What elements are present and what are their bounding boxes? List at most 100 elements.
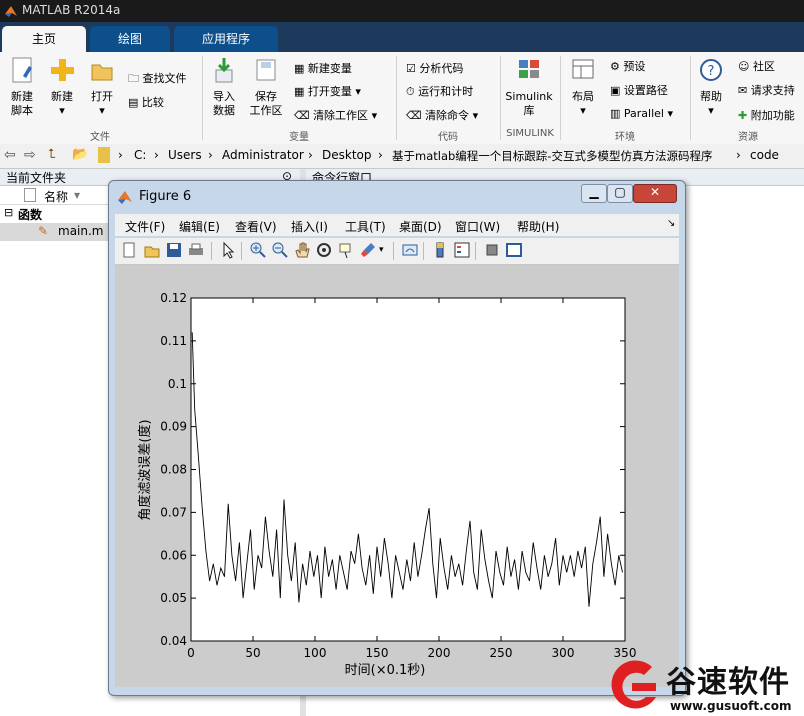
simulink-label-2: 库: [523, 104, 535, 117]
folder-open-icon: [91, 64, 113, 81]
menu-desktop[interactable]: 桌面(D): [399, 218, 442, 235]
open-button[interactable]: 打开 ▾: [84, 56, 120, 118]
legend-icon[interactable]: [453, 241, 471, 259]
zoom-out-icon[interactable]: [271, 241, 289, 259]
group-label: 函数: [18, 208, 43, 222]
show-plot-tools-icon[interactable]: [505, 241, 523, 259]
group-divider: [396, 56, 397, 140]
help-button[interactable]: ? 帮助 ▾: [694, 56, 728, 118]
menu-window[interactable]: 窗口(W): [455, 218, 500, 235]
minimize-button[interactable]: ▁: [581, 184, 607, 203]
community-button[interactable]: ☺ 社区: [738, 58, 775, 74]
crumb-sep: ›: [308, 148, 313, 162]
address-bar: ⇦ ⇨ ⮤ 📂 › C: › Users › Administrator › D…: [0, 144, 804, 169]
zoom-in-icon[interactable]: [249, 241, 267, 259]
run-and-time-button[interactable]: ⏱ 运行和计时: [406, 83, 473, 99]
preferences-button[interactable]: ⚙ 预设: [610, 58, 645, 74]
menu-insert[interactable]: 插入(I): [291, 218, 328, 235]
y-tick-label: 0.04: [160, 634, 187, 648]
open-variable-button[interactable]: ▦ 打开变量 ▾: [294, 83, 361, 99]
request-support-button[interactable]: ✉ 请求支持: [738, 82, 795, 98]
addons-plus-icon: ✚: [738, 109, 748, 122]
save-label-2: 工作区: [249, 104, 283, 117]
set-path-icon: ▣: [610, 84, 621, 97]
tab-apps[interactable]: 应用程序: [174, 26, 278, 52]
close-button[interactable]: ✕: [633, 184, 677, 203]
menu-view[interactable]: 查看(V): [235, 218, 277, 235]
pointer-icon[interactable]: [219, 241, 237, 259]
toolbar-divider: [475, 242, 476, 260]
ribbon: 新建 脚本 新建 ▾ 打开 ▾ 🗀 查找文件 ▤ 比较 文件 导入 数据 保存 …: [0, 52, 804, 145]
breadcrumb-item[interactable]: Desktop: [322, 148, 372, 162]
menu-file[interactable]: 文件(F): [125, 218, 165, 235]
compare-button[interactable]: ▤ 比较: [128, 94, 164, 110]
brush-icon[interactable]: [359, 241, 377, 259]
group-divider: [202, 56, 203, 140]
toolbar-divider: [393, 242, 394, 260]
parallel-button[interactable]: ▥ Parallel ▾: [610, 107, 673, 120]
x-tick-label: 100: [304, 646, 327, 660]
figure-canvas: 0.04 0.05 0.06 0.07 0.08 0.09 0.1 0.11 0.12 0 50 1…: [115, 265, 679, 687]
analyze-code-icon: ☑: [406, 62, 416, 75]
toolbar-divider: [423, 242, 424, 260]
import-label-2: 数据: [213, 104, 235, 117]
new-figure-icon[interactable]: [121, 241, 139, 259]
pan-hand-icon[interactable]: [293, 241, 311, 259]
data-cursor-icon[interactable]: [337, 241, 355, 259]
clear-workspace-button[interactable]: ⌫ 清除工作区 ▾: [294, 107, 377, 123]
simulink-library-button[interactable]: Simulink 库: [502, 56, 556, 118]
breadcrumb-item[interactable]: code: [750, 148, 779, 162]
open-file-icon[interactable]: [143, 241, 161, 259]
colorbar-icon[interactable]: [431, 241, 449, 259]
axes-box: [190, 297, 626, 642]
group-label-resources: 资源: [738, 132, 758, 143]
set-path-button[interactable]: ▣ 设置路径: [610, 82, 668, 98]
figure-toolbar: ▾: [115, 238, 679, 265]
run-and-time-icon: ⏱: [406, 85, 415, 98]
new-variable-button[interactable]: ▦ 新建变量: [294, 60, 352, 76]
menu-help[interactable]: 帮助(H): [517, 218, 559, 235]
group-label-code: 代码: [438, 132, 458, 143]
browse-folder-icon[interactable]: 📂: [72, 147, 88, 162]
link-plot-icon[interactable]: [401, 241, 419, 259]
import-label-1: 导入: [213, 90, 235, 103]
import-data-button[interactable]: 导入 数据: [206, 56, 242, 118]
menu-edit[interactable]: 编辑(E): [179, 218, 220, 235]
tab-strip: 主页 绘图 应用程序: [0, 22, 804, 52]
watermark-name: 谷速软件: [666, 665, 790, 700]
x-axis-label: 时间(×0.1秒): [345, 663, 426, 678]
up-folder-icon[interactable]: ⮤: [48, 147, 56, 162]
analyze-code-button[interactable]: ☑ 分析代码: [406, 60, 463, 76]
help-icon: ?: [700, 59, 722, 81]
eraser-icon: ⌫: [294, 109, 310, 122]
layout-button[interactable]: 布局 ▾: [564, 56, 602, 118]
y-tick-label: 0.1: [168, 377, 187, 391]
menu-overflow-icon[interactable]: ↘: [667, 218, 675, 229]
menu-tools[interactable]: 工具(T): [345, 218, 386, 235]
breadcrumb-item[interactable]: C:: [134, 148, 146, 162]
back-arrow-icon[interactable]: ⇦: [4, 147, 16, 163]
rotate-3d-icon[interactable]: [315, 241, 333, 259]
line-chart[interactable]: 0.04 0.05 0.06 0.07 0.08 0.09 0.1 0.11 0.12 0 50 1…: [115, 265, 679, 687]
clear-commands-button[interactable]: ⌫ 清除命令 ▾: [406, 107, 478, 123]
chevron-down-icon[interactable]: ▾: [379, 245, 384, 255]
save-icon[interactable]: [165, 241, 183, 259]
save-workspace-button[interactable]: 保存 工作区: [246, 56, 286, 118]
find-files-button[interactable]: 🗀 查找文件: [128, 70, 187, 89]
tab-plots[interactable]: 绘图: [90, 26, 170, 52]
breadcrumb-item[interactable]: 基于matlab编程一个目标跟踪-交互式多模型仿真方法源码程序: [392, 148, 712, 164]
tab-home[interactable]: 主页: [2, 26, 86, 52]
toolbar-divider: [211, 242, 212, 260]
forward-arrow-icon[interactable]: ⇨: [24, 147, 36, 163]
new-button[interactable]: 新建 ▾: [44, 56, 80, 118]
breadcrumb-item[interactable]: Users: [168, 148, 202, 162]
new-script-button[interactable]: 新建 脚本: [4, 56, 40, 118]
print-icon[interactable]: [187, 241, 205, 259]
maximize-button[interactable]: ▢: [607, 184, 633, 203]
collapse-icon[interactable]: ⊟: [4, 206, 13, 219]
hide-plot-tools-icon[interactable]: [483, 241, 501, 259]
group-label-file: 文件: [90, 132, 110, 143]
addons-button[interactable]: ✚ 附加功能: [738, 107, 795, 123]
column-name-label: 名称: [44, 190, 69, 204]
breadcrumb-item[interactable]: Administrator: [222, 148, 304, 162]
